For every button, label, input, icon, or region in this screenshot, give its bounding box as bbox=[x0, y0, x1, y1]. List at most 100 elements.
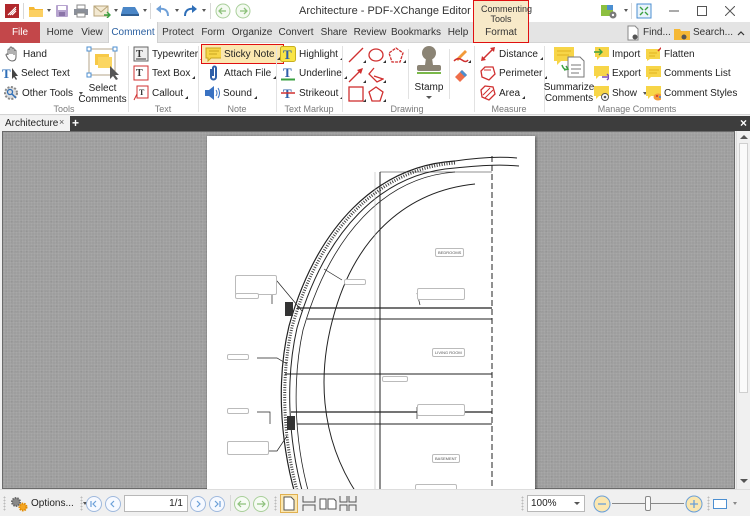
hand-tool-button[interactable]: Hand bbox=[4, 45, 47, 63]
close-window-button[interactable] bbox=[716, 2, 744, 20]
area-button[interactable]: Area bbox=[480, 84, 526, 102]
select-text-button[interactable]: T Select Text bbox=[2, 64, 70, 82]
email-dropdown-icon[interactable] bbox=[114, 9, 118, 12]
underline-button[interactable]: T Underline bbox=[280, 64, 347, 82]
print-icon[interactable] bbox=[72, 2, 90, 20]
continuous-view-button[interactable] bbox=[301, 494, 317, 513]
single-page-view-button[interactable] bbox=[280, 494, 298, 513]
highlight-button[interactable]: T Highlight bbox=[280, 45, 343, 63]
open-dropdown-icon[interactable] bbox=[47, 9, 51, 12]
polygon-tool-icon[interactable] bbox=[368, 86, 386, 102]
summarize-comments-button[interactable]: Summarize Comments bbox=[544, 45, 594, 104]
next-view-button[interactable] bbox=[253, 494, 269, 513]
document-tab[interactable]: Architecture × bbox=[0, 116, 70, 131]
undo-icon[interactable] bbox=[154, 2, 172, 20]
group-label-text-markup: Text Markup bbox=[284, 104, 334, 114]
forward-icon[interactable] bbox=[234, 2, 252, 20]
rectangle-tool-icon[interactable] bbox=[348, 86, 366, 102]
sound-button[interactable]: Sound bbox=[204, 84, 257, 102]
save-icon[interactable] bbox=[53, 2, 71, 20]
undo-dropdown-icon[interactable] bbox=[175, 9, 179, 12]
commenting-tools-context-tab[interactable]: Commenting Tools Format bbox=[473, 0, 532, 43]
facing-view-button[interactable] bbox=[319, 494, 337, 513]
redo-icon[interactable] bbox=[181, 2, 199, 20]
tab-comment[interactable]: Comment bbox=[108, 22, 158, 44]
scan-icon[interactable] bbox=[119, 2, 141, 20]
customize-ui-icon[interactable] bbox=[598, 2, 620, 20]
page-number-input[interactable]: 1/1 bbox=[124, 495, 188, 512]
minimize-button[interactable] bbox=[660, 2, 688, 20]
attach-file-button[interactable]: Attach File bbox=[205, 64, 277, 82]
statusbar-more-dropdown[interactable] bbox=[733, 494, 737, 513]
pencil-tool-icon[interactable] bbox=[453, 47, 471, 63]
vertical-scrollbar[interactable] bbox=[736, 131, 750, 489]
customize-dropdown-icon[interactable] bbox=[624, 9, 628, 12]
export-comments-button[interactable]: Export bbox=[593, 64, 641, 82]
flatten-button[interactable]: Flatten bbox=[645, 45, 695, 63]
tab-help[interactable]: Help bbox=[445, 22, 471, 43]
zoom-slider-thumb[interactable] bbox=[645, 496, 651, 511]
strikeout-button[interactable]: T Strikeout bbox=[280, 84, 344, 102]
scrollbar-thumb[interactable] bbox=[739, 143, 748, 393]
last-page-button[interactable] bbox=[209, 494, 225, 513]
comments-list-button[interactable]: Comments List bbox=[645, 64, 731, 82]
tab-home[interactable]: Home bbox=[44, 22, 76, 43]
distance-button[interactable]: Distance bbox=[480, 45, 543, 63]
tab-organize[interactable]: Organize bbox=[231, 22, 273, 43]
new-tab-button[interactable]: + bbox=[72, 116, 82, 131]
maximize-button[interactable] bbox=[688, 2, 716, 20]
scroll-up-icon[interactable] bbox=[740, 135, 748, 139]
close-tab-icon[interactable]: × bbox=[59, 115, 64, 130]
text-box-button[interactable]: T Text Box bbox=[133, 64, 196, 82]
eraser-tool-icon[interactable] bbox=[453, 67, 469, 83]
next-page-button[interactable] bbox=[190, 494, 206, 513]
typewriter-button[interactable]: T Typewriter bbox=[133, 45, 204, 63]
tab-format[interactable]: Format bbox=[474, 27, 528, 38]
back-icon[interactable] bbox=[214, 2, 232, 20]
search-button[interactable]: Search... bbox=[673, 24, 733, 41]
facing-continuous-view-button[interactable] bbox=[339, 494, 357, 513]
polyline-tool-icon[interactable] bbox=[368, 67, 386, 83]
other-tools-button[interactable]: Other Tools bbox=[3, 84, 83, 102]
tab-share[interactable]: Share bbox=[319, 22, 349, 43]
show-comments-button[interactable]: Show bbox=[593, 84, 648, 102]
cloud-tool-icon[interactable] bbox=[388, 47, 406, 63]
tab-file[interactable]: File bbox=[0, 22, 40, 43]
tab-bookmarks[interactable]: Bookmarks bbox=[391, 22, 441, 43]
zoom-in-button[interactable] bbox=[685, 494, 703, 513]
line-tool-icon[interactable] bbox=[348, 47, 366, 63]
comment-styles-button[interactable]: Comment Styles bbox=[645, 84, 737, 102]
stamp-button[interactable]: Stamp bbox=[411, 45, 447, 99]
find-button[interactable]: Find... bbox=[625, 24, 671, 41]
email-icon[interactable] bbox=[92, 2, 112, 20]
document-canvas[interactable]: BEDROOMS LIVING ROOM BASEMENT bbox=[2, 131, 735, 494]
options-button[interactable]: Options... bbox=[10, 494, 87, 513]
tab-review[interactable]: Review bbox=[352, 22, 388, 43]
tab-convert[interactable]: Convert bbox=[277, 22, 315, 43]
import-comments-button[interactable]: Import bbox=[593, 45, 640, 63]
redo-dropdown-icon[interactable] bbox=[202, 9, 206, 12]
tab-view[interactable]: View bbox=[78, 22, 106, 43]
open-folder-icon[interactable] bbox=[27, 2, 45, 20]
previous-view-button[interactable] bbox=[234, 494, 250, 513]
fullscreen-icon[interactable] bbox=[634, 2, 654, 20]
collapse-ribbon-icon[interactable] bbox=[737, 27, 745, 39]
comments-list-icon bbox=[645, 65, 661, 81]
zoom-level-select[interactable]: 100% bbox=[527, 495, 585, 512]
tab-protect[interactable]: Protect bbox=[160, 22, 196, 43]
sticky-note-button[interactable]: Sticky Note bbox=[201, 44, 284, 64]
select-comments-button[interactable]: Select Comments bbox=[78, 46, 127, 105]
oval-tool-icon[interactable] bbox=[368, 47, 386, 63]
previous-page-button[interactable] bbox=[105, 494, 121, 513]
zoom-out-button[interactable] bbox=[593, 494, 611, 513]
scroll-down-icon[interactable] bbox=[740, 479, 748, 483]
callout-button[interactable]: T Callout bbox=[133, 84, 189, 102]
arrow-tool-icon[interactable] bbox=[348, 67, 366, 83]
scan-dropdown-icon[interactable] bbox=[143, 9, 147, 12]
tab-form[interactable]: Form bbox=[199, 22, 227, 43]
typewriter-label: Typewriter bbox=[152, 48, 199, 60]
close-document-button[interactable]: × bbox=[740, 117, 747, 130]
perimeter-button[interactable]: Perimeter bbox=[480, 64, 548, 82]
first-page-button[interactable] bbox=[86, 494, 102, 513]
fit-page-button[interactable] bbox=[713, 494, 727, 513]
